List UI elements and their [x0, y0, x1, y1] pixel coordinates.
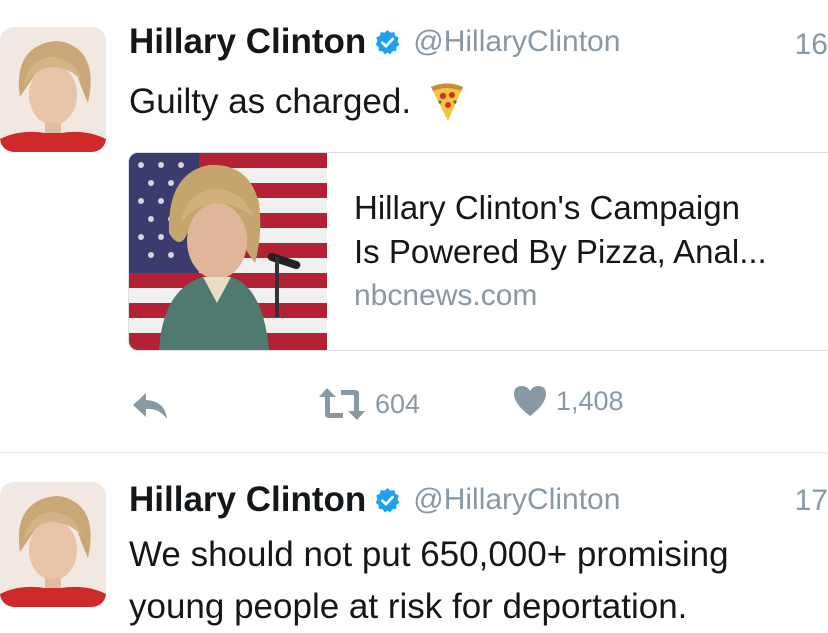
tweet-header: Hillary Clinton @HillaryClinton — [129, 22, 620, 62]
reply-icon — [133, 393, 167, 419]
tweet[interactable]: Hillary Clinton @HillaryClinton 17 We sh… — [0, 452, 828, 626]
pizza-emoji-icon — [431, 83, 464, 121]
card-thumbnail — [129, 153, 327, 350]
tweet-actions: 604 1,408 — [0, 384, 828, 428]
verified-badge-icon — [375, 487, 400, 512]
retweet-count: 604 — [375, 388, 421, 419]
card-title-line: Hillary Clinton's Campaign — [354, 189, 740, 226]
retweet-icon — [319, 388, 365, 420]
heart-icon — [514, 386, 546, 416]
tweet-timestamp[interactable]: 16 — [795, 28, 828, 62]
tweet[interactable]: Hillary Clinton @HillaryClinton 16 Guilt… — [0, 0, 828, 452]
tweet-timestamp[interactable]: 17 — [795, 484, 828, 518]
avatar[interactable] — [0, 482, 106, 607]
author-handle[interactable]: @HillaryClinton — [413, 483, 620, 517]
author-name[interactable]: Hillary Clinton — [129, 480, 366, 520]
author-name[interactable]: Hillary Clinton — [129, 22, 366, 62]
tweet-header: Hillary Clinton @HillaryClinton — [129, 480, 620, 520]
verified-badge-icon — [375, 29, 400, 54]
avatar[interactable] — [0, 27, 106, 152]
tweet-text: Guilty as charged. — [129, 76, 467, 128]
like-button[interactable]: 1,408 — [512, 384, 624, 418]
tweet-text-content: Guilty as charged. — [129, 82, 412, 121]
card-domain: nbcnews.com — [354, 279, 538, 312]
card-title[interactable]: Hillary Clinton's Campaign Is Powered By… — [354, 186, 824, 274]
card-title-line: Is Powered By Pizza, Anal... — [354, 233, 767, 270]
like-count: 1,408 — [556, 385, 624, 416]
reply-button[interactable] — [131, 391, 169, 421]
link-card[interactable]: Hillary Clinton's Campaign Is Powered By… — [128, 152, 828, 351]
retweet-button[interactable]: 604 — [317, 384, 420, 424]
tweet-text: We should not put 650,000+ promising you… — [129, 535, 729, 626]
author-handle[interactable]: @HillaryClinton — [413, 25, 620, 59]
